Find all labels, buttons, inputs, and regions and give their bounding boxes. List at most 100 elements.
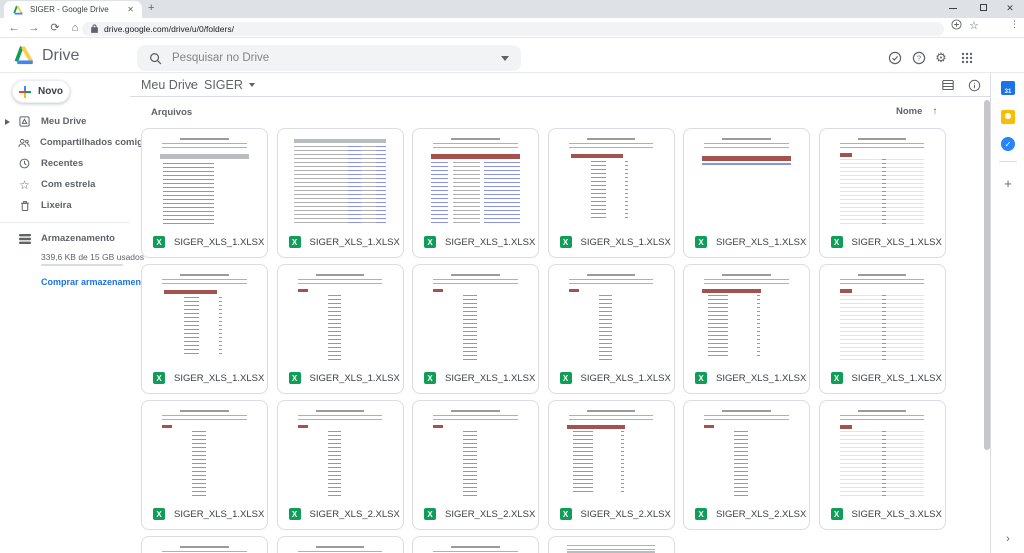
file-card[interactable]: X SIGER_XLS_1.XLSX <box>683 264 810 394</box>
new-button[interactable]: Novo <box>12 80 70 103</box>
new-tab-button[interactable]: + <box>148 2 154 14</box>
back-button[interactable]: ← <box>6 19 22 37</box>
window-minimize-button[interactable] <box>939 0 967 18</box>
breadcrumb-current[interactable]: SIGER <box>204 73 255 97</box>
excel-file-icon: X <box>560 508 572 520</box>
file-footer: X SIGER_XLS_2.XLSX <box>278 499 403 529</box>
address-bar[interactable]: drive.google.com/drive/u/0/folders/ <box>82 22 944 36</box>
file-card[interactable]: X SIGER_XLS_2.XLSX <box>412 400 539 530</box>
file-card[interactable]: X SIGER_XLS_1.XLSX <box>819 264 946 394</box>
offline-status-icon[interactable] <box>884 48 906 68</box>
window-close-button[interactable]: ✕ <box>996 0 1024 18</box>
file-name: SIGER_XLS_2.XLSX <box>581 509 671 520</box>
file-card[interactable]: X <box>277 536 404 553</box>
window-maximize-button[interactable] <box>969 0 997 18</box>
file-thumbnail <box>154 407 255 499</box>
file-card[interactable]: X SIGER_XLS_2.XLSX <box>683 400 810 530</box>
file-footer: X SIGER_XLS_1.XLSX <box>684 363 809 393</box>
sort-control[interactable]: Nome ↑ <box>896 106 937 117</box>
home-button[interactable]: ⌂ <box>67 19 83 37</box>
sidebar-item-recent[interactable]: Recentes <box>0 153 130 174</box>
calendar-icon[interactable]: 31 <box>1001 81 1015 95</box>
clock-icon <box>18 158 31 169</box>
excel-file-icon: X <box>153 372 165 384</box>
folder-menu-caret-icon[interactable] <box>249 83 255 87</box>
collapse-panel-chevron-icon[interactable]: › <box>991 533 1024 545</box>
file-name: SIGER_XLS_1.XLSX <box>716 237 806 248</box>
file-grid: X SIGER_XLS_1.XLSX X SIGER_XLS_1.XLSX X … <box>141 128 946 553</box>
reload-button[interactable]: ⟳ <box>47 19 63 37</box>
file-footer: X SIGER_XLS_1.XLSX <box>278 227 403 257</box>
file-card[interactable]: X <box>548 536 675 553</box>
browser-window: SIGER - Google Drive ✕ + ✕ ← → ⟳ ⌂ drive… <box>0 0 1024 553</box>
file-card[interactable]: X SIGER_XLS_1.XLSX <box>412 128 539 258</box>
file-card[interactable]: X SIGER_XLS_1.XLSX <box>141 264 268 394</box>
search-bar[interactable] <box>137 45 521 71</box>
keep-icon[interactable] <box>1001 110 1015 124</box>
file-card[interactable]: X <box>141 536 268 553</box>
file-card[interactable]: X SIGER_XLS_1.XLSX <box>277 264 404 394</box>
file-thumbnail <box>696 135 797 227</box>
expand-arrow-icon[interactable] <box>5 119 10 125</box>
file-footer: X SIGER_XLS_1.XLSX <box>413 227 538 257</box>
file-card[interactable]: X SIGER_XLS_1.XLSX <box>548 128 675 258</box>
file-card[interactable]: X SIGER_XLS_1.XLSX <box>141 128 268 258</box>
file-footer: X SIGER_XLS_1.XLSX <box>549 363 674 393</box>
file-name: SIGER_XLS_1.XLSX <box>581 237 671 248</box>
file-card[interactable]: X SIGER_XLS_2.XLSX <box>548 400 675 530</box>
forward-button[interactable]: → <box>26 19 42 37</box>
sidebar-item-my-drive[interactable]: Meu Drive <box>0 111 130 132</box>
search-input[interactable] <box>172 52 501 64</box>
file-thumbnail <box>561 271 662 363</box>
help-icon[interactable]: ? <box>908 48 930 68</box>
file-card[interactable]: X SIGER_XLS_1.XLSX <box>141 400 268 530</box>
settings-gear-icon[interactable]: ⚙ <box>930 48 952 68</box>
browser-menu-icon[interactable]: ⋮ <box>1010 19 1019 30</box>
storage-icon <box>18 234 31 244</box>
search-options-caret-icon[interactable] <box>501 56 509 61</box>
file-card[interactable]: X SIGER_XLS_1.XLSX <box>412 264 539 394</box>
drive-logo-icon[interactable] <box>14 45 36 65</box>
file-card[interactable]: X SIGER_XLS_3.XLSX <box>819 400 946 530</box>
info-icon[interactable] <box>966 77 982 93</box>
my-drive-icon <box>18 116 31 127</box>
file-card[interactable]: X SIGER_XLS_2.XLSX <box>277 400 404 530</box>
file-name: SIGER_XLS_1.XLSX <box>445 373 535 384</box>
bookmark-star-icon[interactable]: ☆ <box>969 19 979 32</box>
tab-close-icon[interactable]: ✕ <box>125 5 136 14</box>
file-footer: X SIGER_XLS_1.XLSX <box>142 499 267 529</box>
buy-storage-link[interactable]: Comprar armazenamento <box>41 277 150 287</box>
file-thumbnail <box>425 543 526 553</box>
file-card[interactable]: X SIGER_XLS_1.XLSX <box>683 128 810 258</box>
sort-label[interactable]: Nome <box>896 106 922 117</box>
file-name: SIGER_XLS_1.XLSX <box>445 237 535 248</box>
file-thumbnail <box>290 135 391 227</box>
file-name: SIGER_XLS_2.XLSX <box>716 509 806 520</box>
excel-file-icon: X <box>424 236 436 248</box>
sidebar-item-shared-with-me[interactable]: Compartilhados comigo <box>0 132 130 153</box>
sort-direction-arrow-icon[interactable]: ↑ <box>932 106 937 117</box>
sidebar-item-starred[interactable]: ☆ Com estrela <box>0 174 130 195</box>
file-thumbnail <box>832 407 933 499</box>
file-card[interactable]: X SIGER_XLS_1.XLSX <box>277 128 404 258</box>
drive-logo-text[interactable]: Drive <box>42 47 79 65</box>
excel-file-icon: X <box>831 508 843 520</box>
tasks-icon[interactable]: ✓ <box>1001 137 1015 151</box>
add-addon-button[interactable]: + <box>991 176 1024 191</box>
file-card[interactable]: X SIGER_XLS_1.XLSX <box>548 264 675 394</box>
file-card[interactable]: X SIGER_XLS_1.XLSX <box>819 128 946 258</box>
install-icon[interactable] <box>951 19 962 30</box>
browser-tab[interactable]: SIGER - Google Drive ✕ <box>4 1 142 18</box>
file-thumbnail <box>561 543 662 553</box>
sidebar-item-storage[interactable]: Armazenamento <box>0 228 130 249</box>
file-card[interactable]: X <box>412 536 539 553</box>
apps-grid-icon[interactable] <box>956 48 978 68</box>
sidebar-item-trash[interactable]: Lixeira <box>0 195 130 216</box>
sidebar-divider <box>0 222 130 223</box>
list-view-toggle-icon[interactable] <box>940 77 956 93</box>
svg-text:?: ? <box>917 54 921 63</box>
excel-file-icon: X <box>153 236 165 248</box>
file-footer: X SIGER_XLS_1.XLSX <box>820 363 945 393</box>
url-text: drive.google.com/drive/u/0/folders/ <box>104 24 234 34</box>
file-thumbnail <box>561 407 662 499</box>
